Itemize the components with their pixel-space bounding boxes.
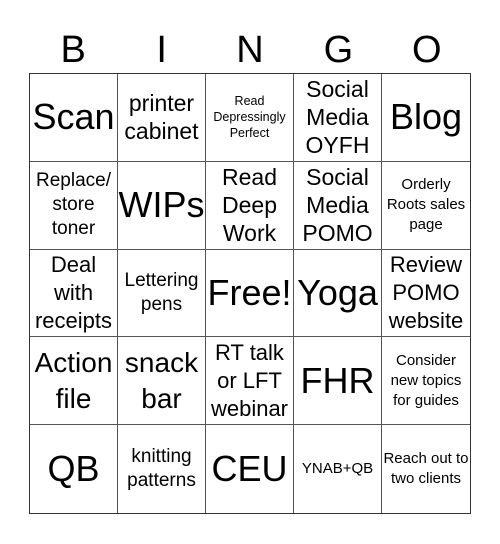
bingo-cell[interactable]: Scan — [30, 74, 118, 162]
bingo-cell[interactable]: Deal with receipts — [30, 249, 118, 338]
bingo-cell[interactable]: printer cabinet — [118, 74, 206, 162]
header-letter-o: O — [412, 29, 442, 71]
bingo-cell[interactable]: Yoga — [294, 249, 382, 338]
header-letter-b: B — [60, 29, 86, 71]
bingo-header: B I N G O — [29, 28, 471, 72]
bingo-cell[interactable]: Lettering pens — [118, 249, 206, 338]
bingo-cell[interactable]: Action file — [30, 337, 118, 426]
bingo-cell[interactable]: FHR — [294, 337, 382, 426]
bingo-cell[interactable]: Orderly Roots sales page — [382, 162, 470, 250]
bingo-cell[interactable]: Reach out to two clients — [382, 425, 470, 513]
bingo-cell[interactable]: Consider new topics for guides — [382, 337, 470, 426]
bingo-cell[interactable]: YNAB+QB — [294, 425, 382, 513]
header-letter-g: G — [323, 29, 354, 71]
bingo-card-grid: Scan printer cabinet Read Depressingly P… — [29, 73, 471, 514]
bingo-cell[interactable]: Social Media OYFH — [294, 74, 382, 162]
bingo-cell[interactable]: snack bar — [118, 337, 206, 426]
bingo-cell[interactable]: WIPs — [118, 161, 206, 250]
bingo-cell[interactable]: Replace/ store toner — [30, 161, 118, 250]
bingo-cell[interactable]: Social Media POMO — [294, 161, 382, 250]
header-letter-i: I — [156, 29, 167, 71]
bingo-cell[interactable]: CEU — [206, 425, 294, 513]
bingo-cell[interactable]: RT talk or LFT webinar — [206, 337, 294, 426]
header-letter-n: N — [236, 29, 264, 71]
bingo-cell[interactable]: Review POMO website — [382, 250, 470, 338]
bingo-cell[interactable]: QB — [30, 425, 118, 513]
free-space-cell[interactable]: Free! — [206, 249, 294, 338]
bingo-cell[interactable]: Read Deep Work — [206, 161, 294, 250]
bingo-cell[interactable]: Read Depressingly Perfect — [206, 74, 294, 162]
bingo-cell[interactable]: knitting patterns — [118, 425, 206, 513]
bingo-cell[interactable]: Blog — [382, 74, 470, 162]
